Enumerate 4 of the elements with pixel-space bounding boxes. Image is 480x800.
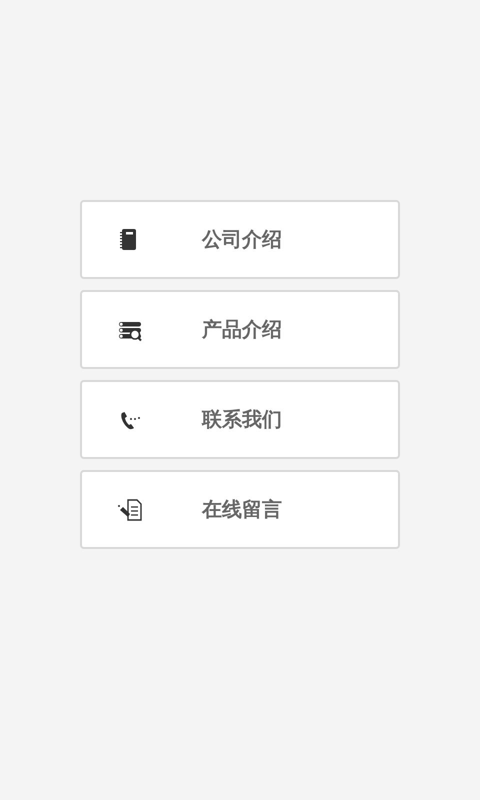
menu-button[interactable]: 产品介绍 <box>80 290 400 369</box>
menu-button[interactable]: 公司介绍 <box>80 200 400 279</box>
menu-button[interactable]: 在线留言 <box>80 470 400 549</box>
menu-button[interactable]: 联系我们 <box>80 380 400 459</box>
